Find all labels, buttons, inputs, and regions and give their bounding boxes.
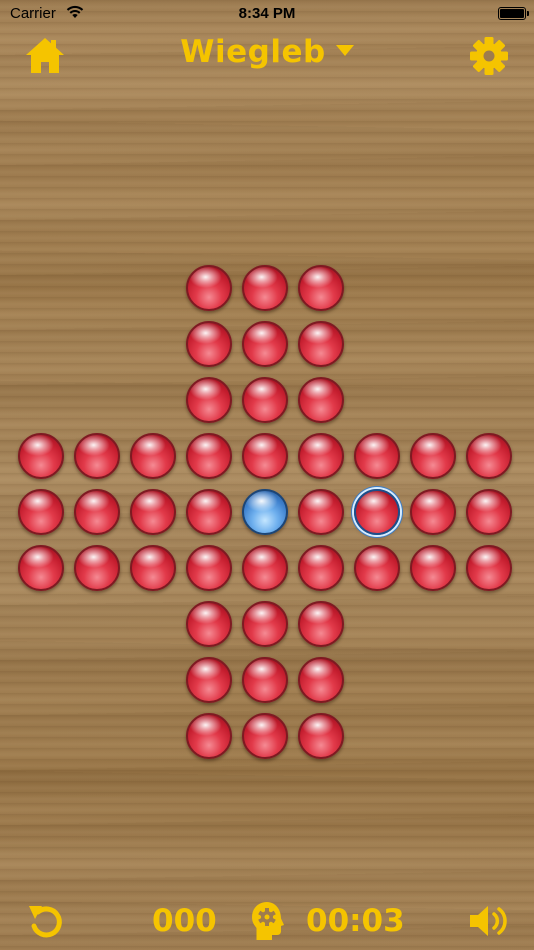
chevron-down-icon (335, 44, 354, 56)
peg[interactable] (466, 489, 512, 535)
peg[interactable] (410, 489, 456, 535)
sound-button[interactable] (468, 902, 510, 940)
peg[interactable] (186, 265, 232, 311)
peg[interactable] (74, 489, 120, 535)
peg[interactable] (186, 545, 232, 591)
peg[interactable] (242, 713, 288, 759)
peg[interactable] (74, 433, 120, 479)
level-selector[interactable]: Wiegleb (0, 34, 534, 70)
peg[interactable] (186, 713, 232, 759)
peg[interactable] (18, 545, 64, 591)
game-board (0, 0, 534, 950)
peg[interactable] (186, 321, 232, 367)
empty-hole[interactable] (242, 489, 288, 535)
timer: 00:03 (306, 903, 405, 939)
peg[interactable] (466, 545, 512, 591)
peg[interactable] (18, 489, 64, 535)
move-counter: 000 (152, 903, 217, 939)
speaker-icon (470, 906, 507, 936)
page-title: Wiegleb (180, 34, 326, 70)
peg[interactable] (186, 601, 232, 647)
peg[interactable] (298, 657, 344, 703)
peg[interactable] (298, 713, 344, 759)
hint-button[interactable] (250, 900, 286, 942)
peg-selected[interactable] (354, 489, 400, 535)
peg[interactable] (186, 657, 232, 703)
peg[interactable] (298, 601, 344, 647)
peg[interactable] (242, 657, 288, 703)
peg[interactable] (298, 377, 344, 423)
peg[interactable] (298, 545, 344, 591)
settings-button[interactable] (468, 35, 510, 77)
gear-icon (470, 37, 508, 75)
peg[interactable] (242, 601, 288, 647)
hint-head-gear-icon (252, 902, 284, 940)
peg[interactable] (354, 433, 400, 479)
peg[interactable] (242, 377, 288, 423)
peg[interactable] (298, 433, 344, 479)
battery-icon (498, 7, 529, 20)
peg[interactable] (74, 545, 120, 591)
peg[interactable] (186, 433, 232, 479)
peg[interactable] (298, 321, 344, 367)
peg[interactable] (298, 265, 344, 311)
peg[interactable] (242, 321, 288, 367)
peg[interactable] (18, 433, 64, 479)
peg[interactable] (130, 433, 176, 479)
peg[interactable] (410, 433, 456, 479)
peg[interactable] (130, 545, 176, 591)
undo-icon (29, 906, 62, 938)
peg[interactable] (242, 265, 288, 311)
status-time: 8:34 PM (238, 5, 296, 22)
peg[interactable] (354, 545, 400, 591)
peg[interactable] (130, 489, 176, 535)
peg[interactable] (186, 377, 232, 423)
peg[interactable] (242, 545, 288, 591)
peg[interactable] (466, 433, 512, 479)
peg[interactable] (186, 489, 232, 535)
peg[interactable] (410, 545, 456, 591)
peg[interactable] (242, 433, 288, 479)
peg[interactable] (298, 489, 344, 535)
undo-button[interactable] (26, 902, 66, 940)
status-bar: Carrier 8:34 PM (0, 0, 534, 28)
